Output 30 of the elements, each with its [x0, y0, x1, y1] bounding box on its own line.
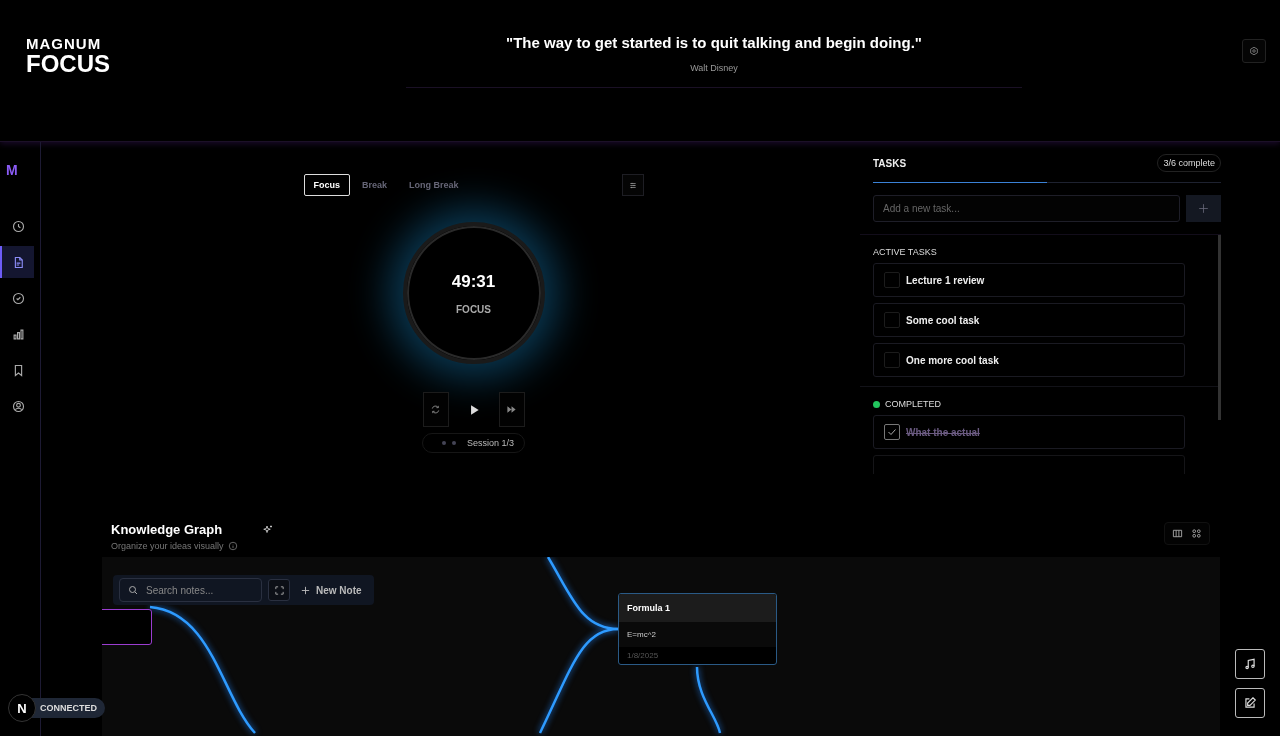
app-logo: MAGNUM FOCUS: [26, 35, 111, 76]
note-title: Formula 1: [619, 594, 776, 622]
task-label: What the actual: [906, 426, 980, 438]
task-label: One more cool task: [906, 354, 999, 366]
quote-author: Walt Disney: [690, 62, 738, 73]
task-input[interactable]: Add a new task...: [873, 195, 1180, 222]
note-date: 1/8/2025: [626, 650, 660, 662]
graph-subtitle: Organize your ideas visually: [111, 541, 224, 551]
sidebar-logo: M: [5, 161, 19, 180]
search-field[interactable]: Search notes...: [119, 578, 262, 602]
status-badge: N: [8, 694, 36, 722]
task-label: Lecture 1 review: [906, 274, 985, 286]
task-card[interactable]: Lecture 1 review: [873, 263, 1185, 297]
mode-tab[interactable]: Focus: [303, 174, 350, 196]
task-label: Some cool task: [906, 314, 980, 326]
note-body: E=mc^2: [619, 622, 776, 647]
section-heading: COMPLETED: [885, 399, 941, 409]
mode-tab[interactable]: Break: [352, 174, 398, 196]
timer-phase: FOCUS: [456, 303, 491, 315]
mode-tab[interactable]: Long Break: [399, 174, 469, 196]
section-heading: ACTIVE TASKS: [873, 247, 938, 257]
quote-text: "The way to get started is to quit talking and begin doing.": [506, 33, 922, 51]
graph-title: Knowledge Graph: [111, 522, 223, 537]
tasks-title: TASKS: [873, 157, 907, 169]
session-label: Session 1/3: [467, 438, 514, 448]
task-card[interactable]: One more cool task: [873, 343, 1185, 377]
new-note-button[interactable]: New Note: [296, 580, 366, 600]
task-card[interactable]: Some cool task: [873, 303, 1185, 337]
note-node[interactable]: Formula 1 E=mc^2 1/8/2025: [618, 593, 777, 665]
timer-time: 49:31: [451, 271, 496, 292]
